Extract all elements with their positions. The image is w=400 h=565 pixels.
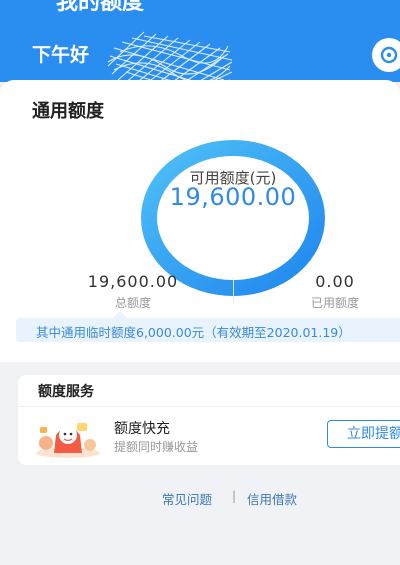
used-credit-value: 0.00: [315, 272, 355, 291]
credit-services-card: 额度服务 额度快充 提额同时赚收益 立即提额: [18, 375, 400, 465]
service-icon[interactable]: [372, 38, 400, 72]
temporary-credit-notice: 其中通用临时额度6,000.00元（有效期至2020.01.19）: [16, 318, 400, 342]
credit-limit-page: 我的额度 下午好 通用额度 可用额度(元) 19,600.00 19,600.0…: [0, 0, 400, 565]
used-credit-label: 已用额度: [310, 296, 359, 310]
credit-loan-link[interactable]: 信用借款: [247, 489, 297, 508]
faq-link[interactable]: 常见问题: [162, 489, 212, 508]
service-description: 提额同时赚收益: [114, 440, 199, 454]
used-credit-stat: 0.00 已用额度: [255, 272, 400, 311]
nav-bar: 我的额度: [0, 0, 400, 15]
greeting: 下午好: [32, 44, 90, 66]
total-credit-stat: 19,600.00 总额度: [53, 272, 213, 311]
section-title-credit: 通用额度: [32, 101, 104, 122]
notice-text: 其中通用临时额度6,000.00元（有效期至2020.01.19）: [36, 325, 351, 340]
notice-caret: [113, 311, 127, 318]
page-title: 我的额度: [56, 0, 145, 15]
section-title-services: 额度服务: [38, 384, 94, 400]
raise-limit-button[interactable]: 立即提额: [327, 420, 400, 448]
total-credit-label: 总额度: [114, 296, 151, 310]
service-name: 额度快充: [114, 421, 170, 437]
service-glyph-icon: [380, 46, 398, 64]
stat-divider: [233, 278, 234, 302]
footer-separator: |: [232, 489, 237, 503]
footer-links: 常见问题 | 信用借款: [0, 489, 400, 509]
header: 我的额度 下午好: [0, 0, 400, 95]
total-credit-value: 19,600.00: [87, 272, 179, 291]
gift-bag-illustration: [36, 423, 100, 458]
services-divider: [18, 406, 400, 407]
available-value: 19,600.00: [169, 183, 297, 211]
